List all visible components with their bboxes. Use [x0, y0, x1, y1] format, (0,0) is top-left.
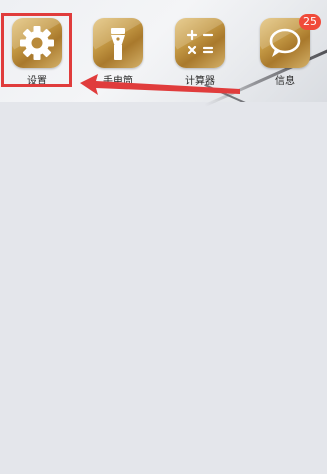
app-calculator[interactable]: 计算器: [170, 18, 230, 88]
calculator-app-icon[interactable]: [175, 18, 225, 68]
app-label-calculator: 计算器: [185, 76, 215, 87]
app-label-messages: 信息: [275, 76, 295, 87]
flashlight-icon: [111, 28, 125, 60]
app-label-flashlight: 手电筒: [103, 76, 133, 87]
flashlight-app-icon[interactable]: [93, 18, 143, 68]
unread-badge: 25: [299, 14, 321, 30]
home-screen: 设置 手电筒 计算器 25 信息: [0, 0, 327, 474]
app-messages[interactable]: 25 信息: [255, 14, 321, 88]
app-flashlight[interactable]: 手电筒: [88, 18, 148, 88]
calculator-icon: [186, 29, 214, 55]
highlight-box: [1, 13, 72, 87]
